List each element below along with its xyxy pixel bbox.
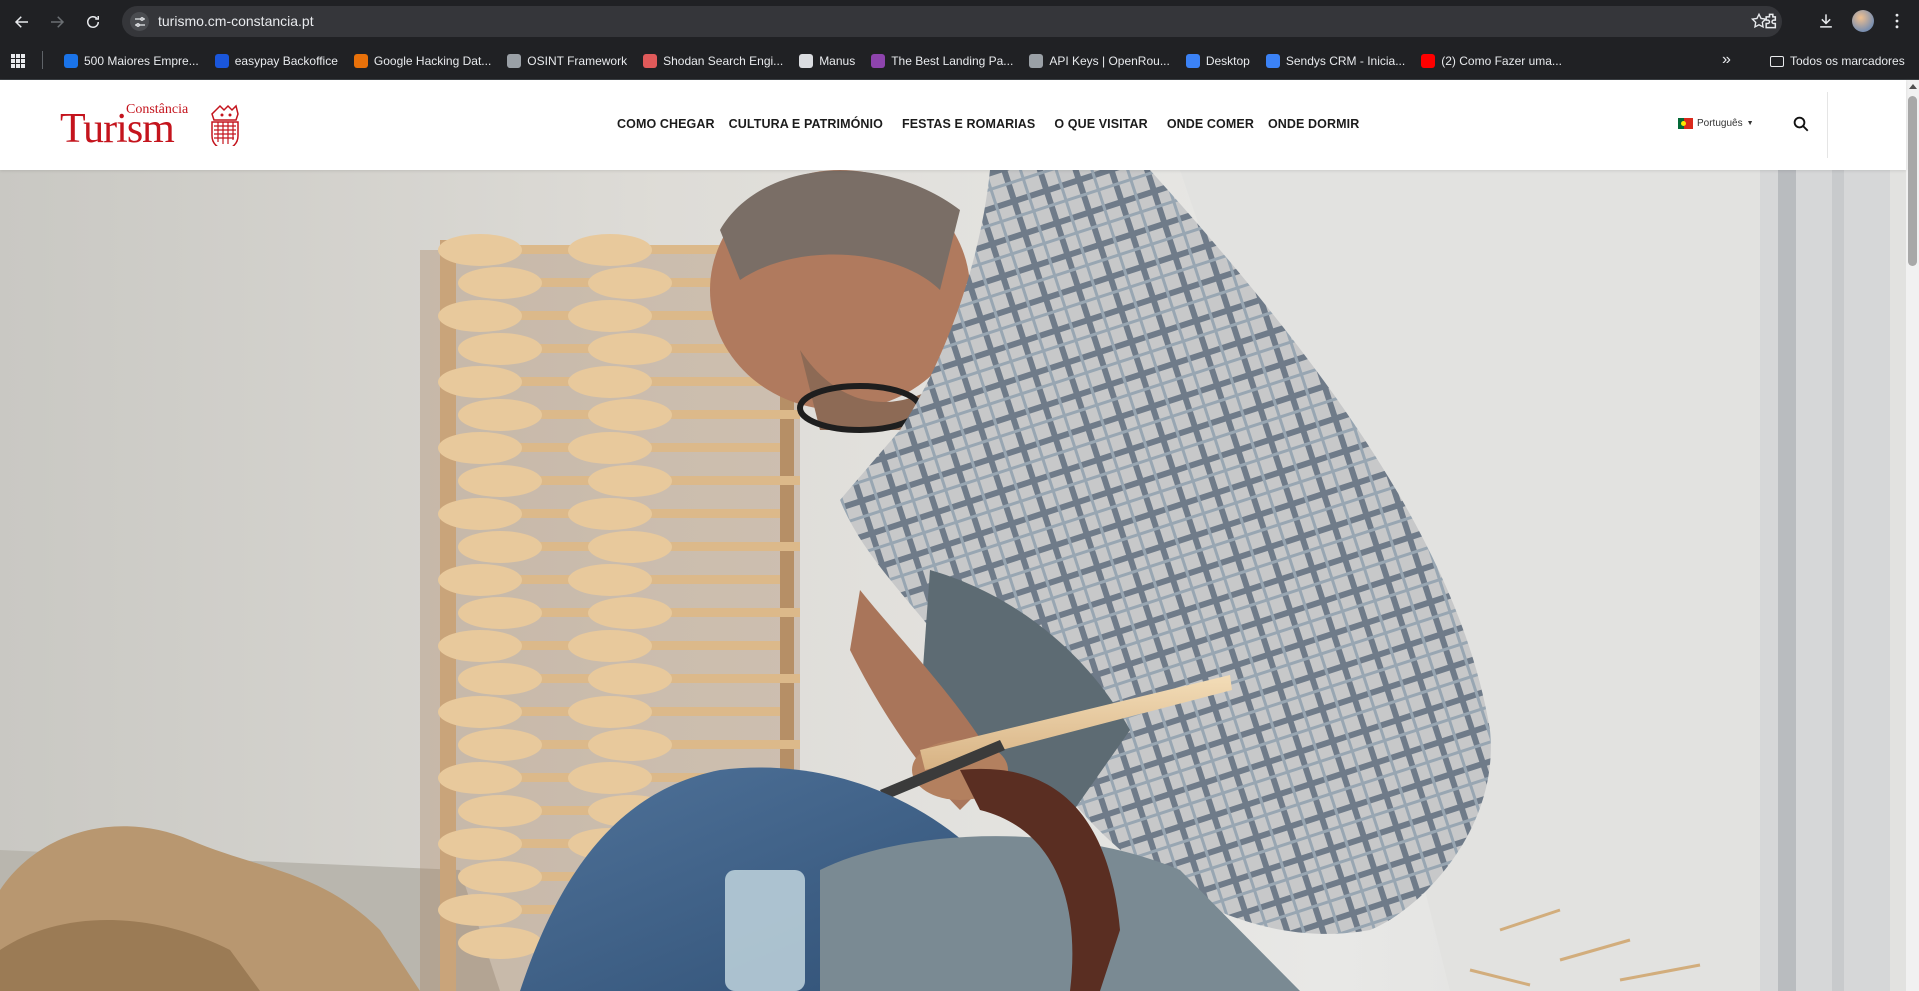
bookmark-item[interactable]: OSINT Framework: [499, 49, 635, 73]
browser-toolbar: turismo.cm-constancia.pt: [0, 0, 1919, 43]
desktop-icon: [1185, 54, 1200, 68]
bookmark-item[interactable]: Shodan Search Engi...: [635, 49, 791, 73]
bookmark-item[interactable]: Sendys CRM - Inicia...: [1258, 49, 1413, 73]
reload-button[interactable]: [81, 10, 105, 34]
profile-avatar[interactable]: [1852, 10, 1874, 32]
bookmark-label: Manus: [819, 54, 856, 68]
bookmark-label: Sendys CRM - Inicia...: [1285, 54, 1406, 68]
bookmark-item[interactable]: (2) Como Fazer uma...: [1413, 49, 1570, 73]
bookmark-item[interactable]: Manus: [791, 49, 863, 73]
url-text[interactable]: turismo.cm-constancia.pt: [158, 13, 314, 29]
nav-onde-dormir[interactable]: ONDE DORMIR: [1268, 117, 1359, 131]
bookmark-label: Google Hacking Dat...: [373, 54, 492, 68]
language-selector[interactable]: Português ▼: [1678, 118, 1754, 129]
nav-festas-e-romarias[interactable]: FESTAS E ROMARIAS: [902, 117, 1035, 131]
nav-cultura-e-patrimonio[interactable]: CULTURA E PATRIMÓNIO: [729, 117, 883, 131]
forward-button[interactable]: [45, 10, 69, 34]
portugal-flag-icon: [1678, 118, 1693, 129]
scroll-up-arrow-icon[interactable]: [1909, 84, 1917, 89]
logo-turismo-text: Turism: [60, 106, 175, 152]
site-info-icon[interactable]: [130, 12, 149, 31]
nav-onde-comer[interactable]: ONDE COMER: [1167, 117, 1254, 131]
header-divider: [1827, 92, 1828, 158]
shodan-icon: [643, 54, 658, 68]
bookmark-item[interactable]: easypay Backoffice: [207, 49, 346, 73]
bookmark-label: (2) Como Fazer uma...: [1441, 54, 1562, 68]
chevron-down-icon: ▼: [1746, 120, 1754, 127]
bookmark-label: Shodan Search Engi...: [663, 54, 784, 68]
bookmark-item[interactable]: API Keys | OpenRou...: [1021, 49, 1178, 73]
manus-icon: [799, 54, 814, 68]
bookmark-label: OSINT Framework: [527, 54, 628, 68]
bookmark-label: 500 Maiores Empre...: [84, 54, 199, 68]
downloads-icon[interactable]: [1816, 11, 1836, 31]
google-hacking-icon: [353, 54, 368, 68]
bookmark-label: Desktop: [1205, 54, 1250, 68]
sendys-icon: [1265, 54, 1280, 68]
bookmark-label: easypay Backoffice: [234, 54, 338, 68]
globe-icon: [507, 54, 522, 68]
site-header: Constância Turism COMO CHEGAR CULTURA E …: [0, 80, 1906, 170]
all-bookmarks-label: Todos os marcadores: [1790, 54, 1905, 68]
menu-kebab-icon[interactable]: [1887, 11, 1907, 31]
bookmark-item[interactable]: Google Hacking Dat...: [346, 49, 499, 73]
language-label: Português: [1697, 118, 1743, 129]
bookmark-label: The Best Landing Pa...: [891, 54, 1014, 68]
scrollbar-thumb[interactable]: [1908, 96, 1917, 266]
search-icon[interactable]: [1792, 115, 1810, 133]
more-bookmarks-chevron-icon[interactable]: »: [1722, 51, 1731, 69]
bookmark-item[interactable]: The Best Landing Pa...: [863, 49, 1021, 73]
extensions-icon[interactable]: [1762, 11, 1782, 31]
nav-como-chegar[interactable]: COMO CHEGAR: [617, 117, 715, 131]
nav-o-que-visitar[interactable]: O QUE VISITAR: [1054, 117, 1147, 131]
artisan-photo: [0, 170, 1906, 991]
easypay-icon: [214, 54, 229, 68]
youtube-icon: [1421, 54, 1436, 68]
openrouter-icon: [1029, 54, 1044, 68]
site-logo[interactable]: Constância Turism: [60, 102, 245, 152]
all-bookmarks-button[interactable]: Todos os marcadores: [1770, 49, 1905, 73]
hero-image: [0, 170, 1906, 991]
bookmark-item[interactable]: Desktop: [1178, 49, 1258, 73]
folder-icon: [1770, 55, 1784, 67]
logo-emblem-icon: [211, 104, 239, 146]
main-navigation: COMO CHEGAR CULTURA E PATRIMÓNIO FESTAS …: [617, 117, 1373, 131]
bookmark-item[interactable]: 500 Maiores Empre...: [56, 49, 207, 73]
bookmark-label: API Keys | OpenRou...: [1049, 54, 1170, 68]
address-bar[interactable]: turismo.cm-constancia.pt: [122, 6, 1782, 37]
bookmarks-separator: [42, 51, 43, 69]
landing-page-icon: [871, 54, 886, 68]
bookmark-500-maiores-icon: [64, 54, 78, 68]
apps-grid-icon[interactable]: [10, 53, 26, 69]
back-button[interactable]: [10, 10, 34, 34]
bookmarks-list: 500 Maiores Empre... easypay Backoffice Go…: [56, 49, 1570, 73]
